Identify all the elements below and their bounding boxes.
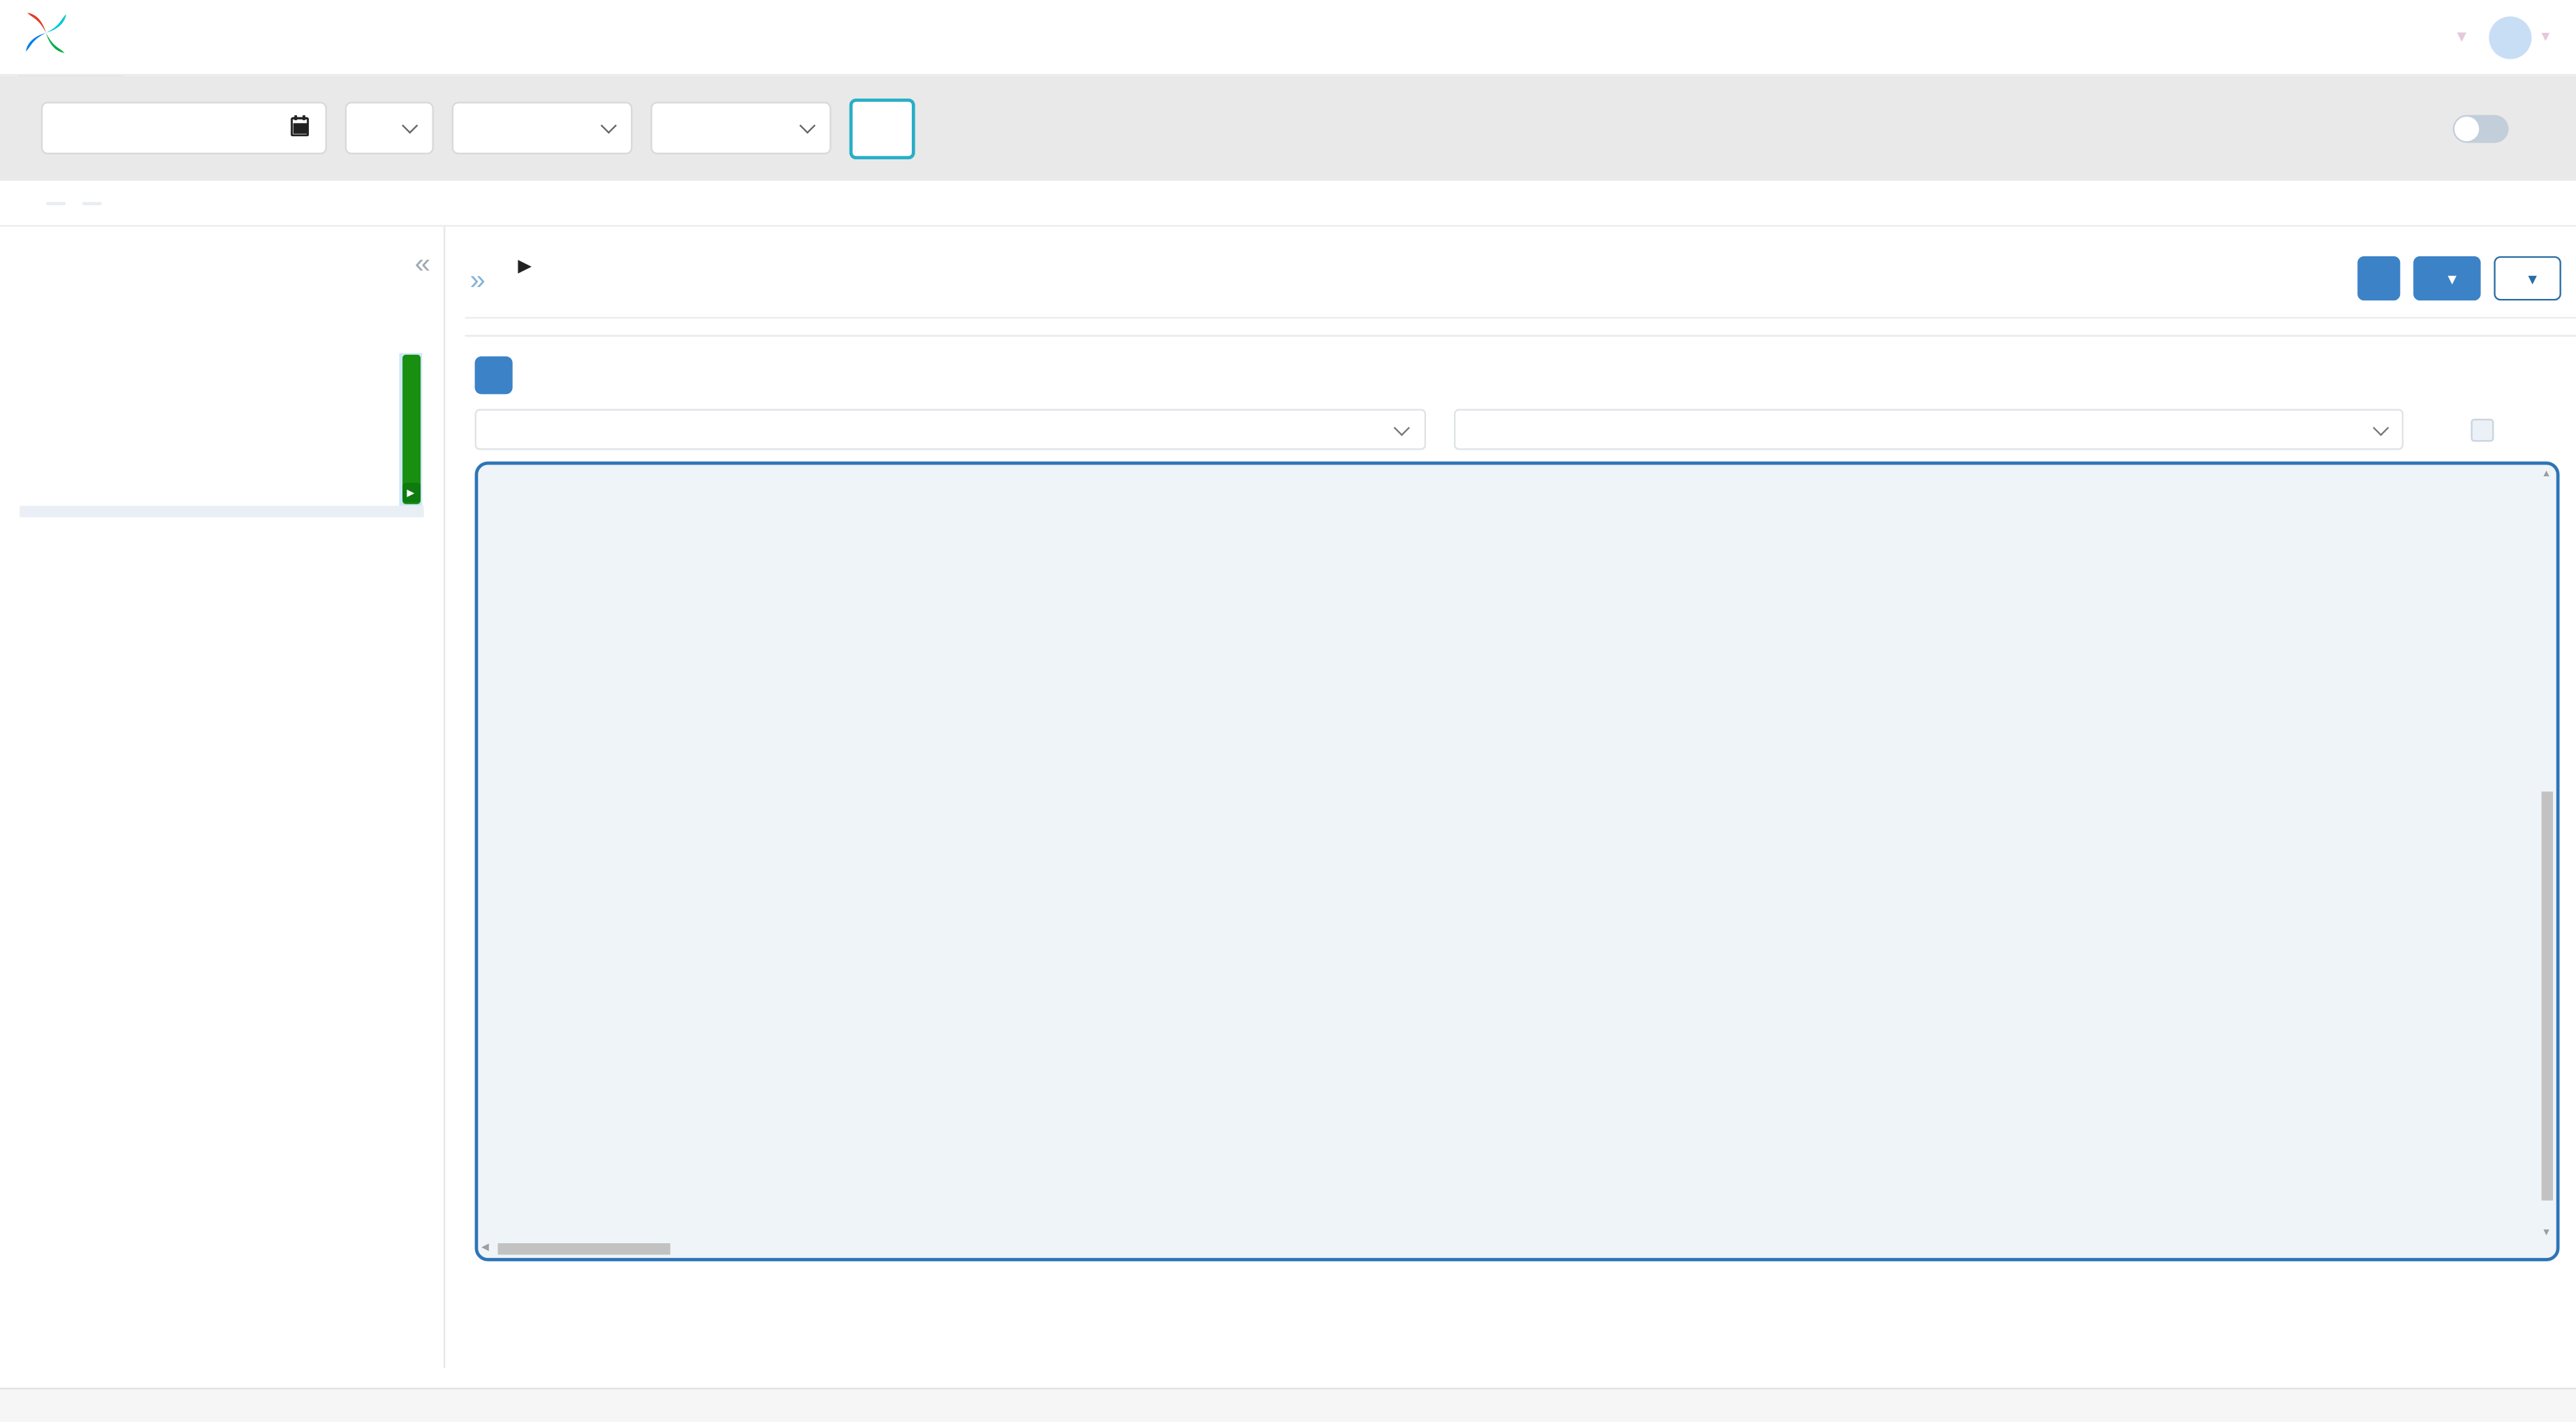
manual-trigger-icon: ▶ <box>518 258 531 277</box>
page-size-select[interactable] <box>344 101 434 155</box>
collapse-sidebar-icon[interactable]: « <box>415 249 430 277</box>
chevron-down-icon <box>1394 420 1410 436</box>
airflow-logo[interactable] <box>23 10 75 64</box>
scroll-up-icon[interactable]: ▲ <box>2540 468 2553 481</box>
chevron-down-icon: ▼ <box>2525 270 2540 287</box>
slash-keycap <box>82 201 102 205</box>
file-source-select[interactable] <box>1453 409 2404 450</box>
airflow-pinwheel-icon <box>23 10 69 64</box>
breadcrumb-run: ▶ <box>518 249 534 277</box>
task-header: » ▶ ▼ ▼ <box>465 226 2576 301</box>
dag-run-duration-bar[interactable]: ▶ <box>401 354 420 504</box>
manual-run-play-icon: ▶ <box>401 483 420 503</box>
task-tabs <box>465 318 2576 337</box>
mark-state-as-button[interactable]: ▼ <box>2413 256 2481 301</box>
auto-refresh-toggle[interactable] <box>2452 114 2509 142</box>
shortcut-hint <box>38 201 110 205</box>
breadcrumb: ▶ <box>495 249 558 277</box>
task-actions: ▼ ▼ <box>2357 249 2561 301</box>
task-content: » ▶ ▼ ▼ ▲ ▼ ◀ <box>445 226 2576 1368</box>
log-controls <box>474 409 2560 450</box>
chevron-down-icon: ▾ <box>2541 27 2550 46</box>
shift-keycap <box>45 201 66 205</box>
navbar: ▾ ▾ <box>0 0 2576 76</box>
log-right-controls <box>2471 418 2560 441</box>
chevron-down-icon <box>600 117 617 134</box>
chevron-down-icon <box>402 117 419 134</box>
log-level-select[interactable] <box>474 409 1425 450</box>
log-lines <box>493 471 2533 1238</box>
grid-divider <box>20 506 424 518</box>
chevron-down-icon <box>799 117 816 134</box>
filter-bar <box>0 75 2576 181</box>
run-link[interactable]: ▶ <box>518 251 534 278</box>
avatar <box>2489 15 2532 59</box>
chevron-down-icon <box>2372 420 2388 436</box>
clear-filters-button[interactable] <box>849 97 915 159</box>
main-area: « ▶ » ▶ ▼ ▼ ▲ ▼ ◀ <box>0 226 2576 1368</box>
chevron-down-icon: ▾ <box>2457 27 2466 46</box>
clear-task-button[interactable] <box>2357 256 2401 301</box>
chevron-down-icon: ▼ <box>2445 270 2460 287</box>
horizontal-scrollbar[interactable]: ◀ <box>481 1242 2538 1255</box>
utc-clock-dropdown[interactable]: ▾ <box>2450 28 2466 46</box>
user-menu[interactable]: ▾ <box>2489 15 2550 59</box>
footer <box>0 1387 2576 1422</box>
calendar-icon <box>290 115 310 142</box>
run-types-select[interactable] <box>451 101 633 155</box>
base-date-input[interactable] <box>41 101 327 155</box>
toggle-knob <box>2454 115 2480 141</box>
filter-tasks-button[interactable]: ▼ <box>2494 256 2561 301</box>
dag-run-column[interactable]: ▶ <box>399 353 423 506</box>
scroll-down-icon[interactable]: ▼ <box>2540 1226 2553 1240</box>
wrap-control <box>2471 418 2504 441</box>
vertical-scrollbar[interactable]: ▲ ▼ <box>2540 468 2553 1240</box>
wrap-checkbox[interactable] <box>2471 418 2494 441</box>
log-output-box: ▲ ▼ ◀ <box>474 461 2560 1261</box>
run-states-select[interactable] <box>650 101 831 155</box>
vertical-scroll-thumb[interactable] <box>2540 792 2552 1202</box>
scroll-left-icon[interactable]: ◀ <box>481 1242 489 1255</box>
shortcut-legend-row <box>0 180 2576 227</box>
airflow-app: ▾ ▾ « ▶ » ▶ ▼ ▼ ▲ ▼ ◀ <box>0 0 2576 1422</box>
auto-refresh <box>2440 114 2509 142</box>
horizontal-scroll-thumb[interactable] <box>497 1242 671 1254</box>
navbar-right: ▾ ▾ <box>2450 15 2550 59</box>
breadcrumb-expand-icon[interactable]: » <box>470 266 486 294</box>
grid-sidebar: « ▶ <box>0 226 446 1368</box>
attempt-1-tab[interactable] <box>474 356 513 395</box>
